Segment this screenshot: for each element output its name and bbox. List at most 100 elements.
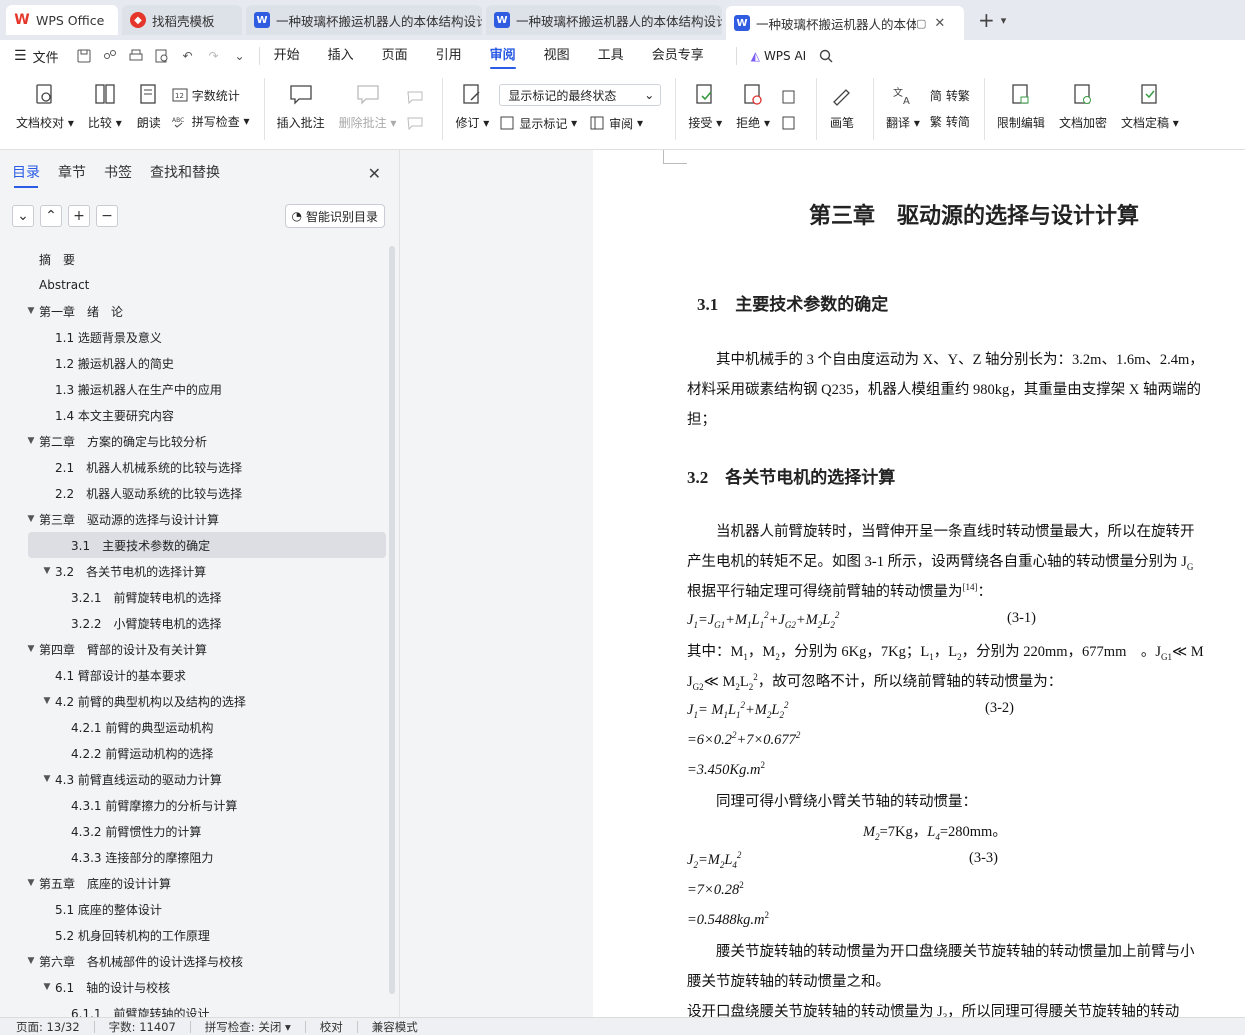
menu-view[interactable]: 视图 — [544, 40, 570, 72]
tab-wps-office[interactable]: W WPS Office — [6, 5, 118, 35]
share-icon[interactable] — [99, 45, 121, 67]
minus-icon[interactable]: − — [96, 205, 118, 227]
toc-item[interactable]: 4.3.1 前臂摩擦力的分析与计算 — [0, 792, 390, 818]
undo-icon[interactable]: ↶ — [177, 45, 199, 67]
expand-arrow-icon[interactable]: ▼ — [40, 774, 54, 784]
pen-button[interactable]: 画笔 — [825, 78, 859, 131]
menu-page[interactable]: 页面 — [382, 40, 408, 72]
expand-arrow-icon[interactable]: ▼ — [24, 878, 38, 888]
expand-arrow-icon[interactable]: ▼ — [24, 436, 38, 446]
toc-item[interactable]: 5.1 底座的整体设计 — [0, 896, 390, 922]
word-count-indicator[interactable]: 字数: 11407 — [109, 1019, 176, 1035]
chevron-down-icon[interactable]: ▾ — [1001, 14, 1007, 27]
toc-item[interactable]: 4.1 臂部设计的基本要求 — [0, 662, 390, 688]
menu-tools[interactable]: 工具 — [598, 40, 624, 72]
expand-arrow-icon[interactable]: ▼ — [24, 956, 38, 966]
revise-button[interactable]: 修订 ▾ — [451, 78, 493, 131]
close-tab-icon[interactable]: ✕ — [934, 16, 945, 31]
toc-item[interactable]: 3.2.1 前臂旋转电机的选择 — [0, 584, 390, 610]
to-traditional-button[interactable]: 简转繁 — [930, 82, 970, 108]
toc-item[interactable]: 4.3.2 前臂惯性力的计算 — [0, 818, 390, 844]
tab-doc-2[interactable]: W 一种玻璃杯搬运机器人的本体结构设计 — [486, 5, 722, 35]
prev-change-icon[interactable] — [780, 84, 802, 110]
tab-doc-1[interactable]: W 一种玻璃杯搬运机器人的本体结构设计 — [246, 5, 482, 35]
toc-item[interactable]: 4.2.1 前臂的典型运动机构 — [0, 714, 390, 740]
toc-item[interactable]: ▼ 第五章 底座的设计计算 — [0, 870, 390, 896]
toc-item[interactable]: ▼ 4.3 前臂直线运动的驱动力计算 — [0, 766, 390, 792]
to-simplified-button[interactable]: 繁转简 — [930, 108, 970, 134]
menu-insert[interactable]: 插入 — [328, 40, 354, 72]
document-page[interactable]: 第三章 驱动源的选择与设计计算 3.1 主要技术参数的确定 其中机械手的 3 个… — [593, 150, 1245, 1017]
expand-arrow-icon[interactable]: ▼ — [40, 982, 54, 992]
show-markup-button[interactable]: 显示标记 ▾ — [499, 115, 577, 132]
expand-arrow-icon[interactable]: ▼ — [40, 696, 54, 706]
file-menu[interactable]: 文件 — [33, 47, 59, 66]
toc-item[interactable]: 3.1 主要技术参数的确定 — [28, 532, 386, 558]
toc-item[interactable]: ▼ 第一章 绪 论 — [0, 298, 390, 324]
toc-item[interactable]: 6.1.1 前臂旋转轴的设计 — [0, 1000, 390, 1018]
insert-comment-button[interactable]: 插入批注 — [273, 78, 329, 131]
save-icon[interactable] — [73, 45, 95, 67]
tab-find-replace[interactable]: 查找和替换 — [150, 150, 220, 196]
spell-check-button[interactable]: ABC 拼写检查 ▾ — [172, 108, 250, 134]
close-icon[interactable]: ✕ — [368, 164, 381, 183]
next-comment-icon[interactable] — [406, 110, 428, 136]
print-preview-icon[interactable] — [151, 45, 173, 67]
toc-item[interactable]: 5.2 机身回转机构的工作原理 — [0, 922, 390, 948]
tab-doc-active[interactable]: W 一种玻璃杯搬运机器人的本体结构 ▢ ✕ — [726, 6, 964, 40]
translate-button[interactable]: 文A 翻译 ▾ — [882, 78, 924, 131]
toc-item[interactable]: 摘 要 — [0, 246, 390, 272]
toc-item[interactable]: 2.1 机器人机械系统的比较与选择 — [0, 454, 390, 480]
toc-item[interactable]: 1.2 搬运机器人的简史 — [0, 350, 390, 376]
toc-item[interactable]: 3.2.2 小臂旋转电机的选择 — [0, 610, 390, 636]
menu-member[interactable]: 会员专享 — [652, 40, 704, 72]
collapse-up-icon[interactable]: ⌃ — [40, 205, 62, 227]
proofread-button[interactable]: 文档校对 ▾ — [12, 78, 78, 131]
toc-item[interactable]: ▼ 6.1 轴的设计与校核 — [0, 974, 390, 1000]
smart-toc-button[interactable]: ◔ 智能识别目录 — [284, 204, 385, 228]
new-tab-icon[interactable]: + — [978, 8, 995, 32]
expand-arrow-icon[interactable]: ▼ — [24, 514, 38, 524]
next-change-icon[interactable] — [780, 110, 802, 136]
toc-item[interactable]: ▼ 第四章 臂部的设计及有关计算 — [0, 636, 390, 662]
add-icon[interactable]: + — [68, 205, 90, 227]
prev-comment-icon[interactable] — [406, 84, 428, 110]
toc-item[interactable]: 1.3 搬运机器人在生产中的应用 — [0, 376, 390, 402]
page-indicator[interactable]: 页面: 13/32 — [16, 1019, 80, 1035]
restrict-edit-button[interactable]: 限制编辑 — [993, 78, 1049, 131]
finalize-button[interactable]: 文档定稿 ▾ — [1117, 78, 1183, 131]
accept-button[interactable]: 接受 ▾ — [684, 78, 726, 131]
menu-review[interactable]: 审阅 — [489, 40, 516, 72]
window-icon[interactable]: ▢ — [916, 17, 926, 30]
toc-item[interactable]: ▼ 第二章 方案的确定与比较分析 — [0, 428, 390, 454]
tab-docer[interactable]: ◆ 找稻壳模板 — [122, 5, 242, 35]
encrypt-button[interactable]: 文档加密 — [1055, 78, 1111, 131]
tab-sections[interactable]: 章节 — [58, 150, 86, 196]
expand-arrow-icon[interactable]: ▼ — [24, 644, 38, 654]
toc-item[interactable]: ▼ 4.2 前臂的典型机构以及结构的选择 — [0, 688, 390, 714]
expand-arrow-icon[interactable]: ▼ — [40, 566, 54, 576]
tab-bookmarks[interactable]: 书签 — [104, 150, 132, 196]
toc-item[interactable]: ▼ 3.2 各关节电机的选择计算 — [0, 558, 390, 584]
delete-comment-button[interactable]: 删除批注 ▾ — [335, 78, 401, 131]
toc-item[interactable]: 2.2 机器人驱动系统的比较与选择 — [0, 480, 390, 506]
chevron-down-icon[interactable]: ⌄ — [229, 45, 251, 67]
compare-button[interactable]: 比较 ▾ — [84, 78, 126, 131]
toc-item[interactable]: 1.4 本文主要研究内容 — [0, 402, 390, 428]
read-aloud-button[interactable]: 朗读 — [132, 78, 166, 131]
menu-reference[interactable]: 引用 — [436, 40, 462, 72]
toc-item[interactable]: 1.1 选题背景及意义 — [0, 324, 390, 350]
toc-item[interactable]: 4.3.3 连接部分的摩擦阻力 — [0, 844, 390, 870]
hamburger-icon[interactable]: ☰ — [14, 48, 27, 64]
toc-scrollbar[interactable] — [389, 246, 395, 994]
proof-status[interactable]: 校对 — [320, 1019, 343, 1035]
toc-item[interactable]: 4.2.2 前臂运动机构的选择 — [0, 740, 390, 766]
toc-item[interactable]: ▼ 第六章 各机械部件的设计选择与校核 — [0, 948, 390, 974]
word-count-button[interactable]: 12 字数统计 — [172, 82, 250, 108]
search-icon[interactable] — [818, 48, 834, 64]
toc-item[interactable]: ▼ 第三章 驱动源的选择与设计计算 — [0, 506, 390, 532]
review-pane-button[interactable]: 审阅 ▾ — [589, 115, 643, 132]
expand-arrow-icon[interactable]: ▼ — [24, 306, 38, 316]
redo-icon[interactable]: ↷ — [203, 45, 225, 67]
wps-ai-button[interactable]: WPS AI — [764, 49, 806, 63]
